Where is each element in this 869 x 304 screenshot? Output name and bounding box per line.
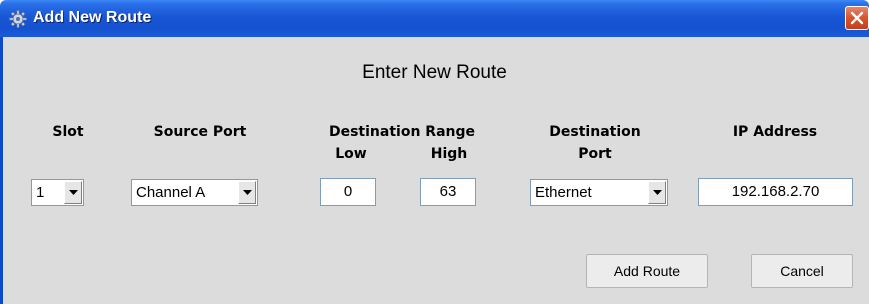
gear-icon — [9, 10, 27, 28]
slot-select[interactable]: 1 — [31, 179, 84, 206]
window-title: Add New Route — [33, 9, 152, 26]
low-input[interactable]: 0 — [320, 178, 376, 206]
destination-range-label: Destination Range — [328, 124, 475, 140]
destination-port-select-value: Ethernet — [535, 184, 592, 201]
low-label: Low — [335, 146, 367, 162]
chevron-down-icon — [653, 190, 662, 195]
source-port-dropdown-button[interactable] — [238, 181, 256, 204]
chevron-down-icon — [243, 190, 252, 195]
source-port-select[interactable]: Channel A — [131, 179, 258, 206]
chevron-down-icon — [69, 190, 78, 195]
high-input[interactable]: 63 — [420, 178, 476, 206]
destination-port-label-line2: Port — [578, 146, 612, 162]
close-button[interactable] — [845, 6, 869, 30]
add-new-route-dialog: Add New Route Enter New Route Slot Sourc… — [0, 0, 869, 304]
destination-port-select[interactable]: Ethernet — [530, 179, 668, 206]
ip-address-label: IP Address — [732, 124, 818, 140]
ip-address-input[interactable]: 192.168.2.70 — [698, 178, 853, 206]
destination-port-label-line1: Destination — [549, 124, 641, 140]
destination-port-dropdown-button[interactable] — [648, 181, 666, 204]
slot-dropdown-button[interactable] — [64, 181, 82, 204]
close-icon — [850, 11, 864, 25]
title-bar[interactable]: Add New Route — [0, 0, 869, 37]
high-label: High — [430, 146, 468, 162]
form-heading: Enter New Route — [362, 62, 507, 83]
slot-label: Slot — [52, 124, 84, 140]
cancel-button[interactable]: Cancel — [751, 254, 853, 288]
add-route-button[interactable]: Add Route — [586, 254, 708, 288]
source-port-select-value: Channel A — [136, 184, 206, 201]
source-port-label: Source Port — [153, 124, 247, 140]
slot-select-value: 1 — [36, 184, 45, 201]
